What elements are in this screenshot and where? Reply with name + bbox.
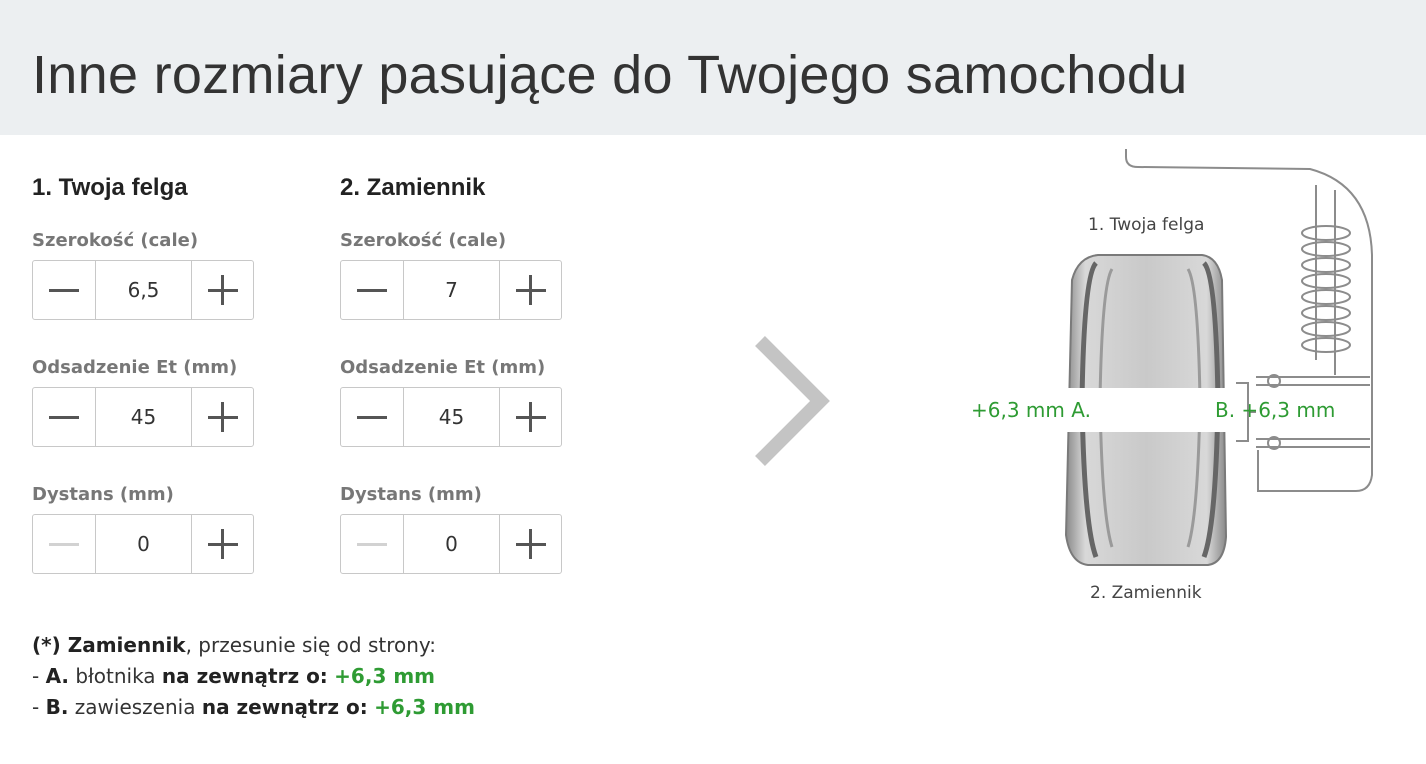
note-line-b: - B. zawieszenia na zewnątrz o: +6,3 mm	[32, 692, 475, 723]
minus-icon	[357, 542, 387, 546]
note-direction-a: na zewnątrz o:	[161, 664, 328, 688]
note-text-a: błotnika	[69, 664, 162, 688]
minus-icon	[49, 415, 79, 419]
offset-label: Odsadzenie Et (mm)	[32, 357, 238, 378]
width-label: Szerokość (cale)	[340, 230, 507, 251]
current-width-value[interactable]: 6,5	[96, 261, 191, 319]
minus-icon	[357, 415, 387, 419]
minus-icon	[49, 542, 79, 546]
plus-icon-vertical	[529, 402, 532, 432]
spacer-label: Dystans (mm)	[340, 484, 482, 505]
current-width-increase-button[interactable]	[191, 261, 253, 319]
replacement-width-value[interactable]: 7	[404, 261, 499, 319]
page-header: Inne rozmiary pasujące do Twojego samoch…	[0, 0, 1426, 135]
current-spacer-value[interactable]: 0	[96, 515, 191, 573]
replacement-rim-panel: 2. Zamiennik Szerokość (cale) 7 Odsadzen…	[340, 168, 565, 574]
note-prefix: (*) Zamiennik	[32, 633, 186, 657]
note-intro-line: (*) Zamiennik, przesunie się od strony:	[32, 630, 475, 661]
replacement-spacer-stepper: 0	[340, 514, 562, 574]
current-offset-increase-button[interactable]	[191, 388, 253, 446]
replacement-rim-diagram-label: 2. Zamiennik	[1090, 583, 1202, 603]
offset-diagram: 1. Twoja felga 2. Zamiennik +6,3 mm A. B…	[960, 145, 1390, 615]
replacement-offset-decrease-button[interactable]	[341, 388, 404, 446]
replacement-spacer-increase-button[interactable]	[499, 515, 561, 573]
plus-icon-vertical	[221, 402, 224, 432]
note-direction-b: na zewnątrz o:	[201, 695, 368, 719]
offset-label: Odsadzenie Et (mm)	[340, 357, 546, 378]
minus-icon	[357, 288, 387, 292]
replacement-offset-increase-button[interactable]	[499, 388, 561, 446]
note-letter-a: A.	[45, 664, 70, 688]
note-dash: -	[32, 664, 46, 688]
note-value-b: +6,3 mm	[374, 695, 475, 719]
current-spacer-decrease-button[interactable]	[33, 515, 96, 573]
note-intro: , przesunie się od strony:	[185, 633, 437, 657]
minus-icon	[49, 288, 79, 292]
current-width-decrease-button[interactable]	[33, 261, 96, 319]
spacer-label: Dystans (mm)	[32, 484, 174, 505]
replacement-width-increase-button[interactable]	[499, 261, 561, 319]
plus-icon-vertical	[529, 529, 532, 559]
current-offset-stepper: 45	[32, 387, 254, 447]
page-title: Inne rozmiary pasujące do Twojego samoch…	[32, 45, 1188, 105]
current-spacer-increase-button[interactable]	[191, 515, 253, 573]
replacement-spacer-decrease-button[interactable]	[341, 515, 404, 573]
note-dash: -	[32, 695, 46, 719]
note-line-a: - A. błotnika na zewnątrz o: +6,3 mm	[32, 661, 475, 692]
current-offset-value[interactable]: 45	[96, 388, 191, 446]
current-width-stepper: 6,5	[32, 260, 254, 320]
note-value-a: +6,3 mm	[334, 664, 436, 688]
replacement-offset-stepper: 45	[340, 387, 562, 447]
current-rim-diagram-label: 1. Twoja felga	[1088, 215, 1205, 235]
note-letter-b: B.	[45, 695, 69, 719]
replacement-rim-title: 2. Zamiennik	[340, 174, 486, 201]
width-label: Szerokość (cale)	[32, 230, 199, 251]
replacement-offset-value[interactable]: 45	[404, 388, 499, 446]
note-text-b: zawieszenia	[68, 695, 202, 719]
replacement-width-decrease-button[interactable]	[341, 261, 404, 319]
replacement-spacer-value[interactable]: 0	[404, 515, 499, 573]
current-offset-decrease-button[interactable]	[33, 388, 96, 446]
plus-icon-vertical	[221, 275, 224, 305]
plus-icon-vertical	[529, 275, 532, 305]
current-rim-panel: 1. Twoja felga Szerokość (cale) 6,5 Odsa…	[32, 168, 257, 574]
current-spacer-stepper: 0	[32, 514, 254, 574]
replacement-width-stepper: 7	[340, 260, 562, 320]
shift-note: (*) Zamiennik, przesunie się od strony: …	[32, 630, 475, 723]
current-rim-title: 1. Twoja felga	[32, 174, 188, 201]
suspension-shift-measure: B. +6,3 mm	[1215, 398, 1336, 422]
fender-shift-measure: +6,3 mm A.	[971, 398, 1091, 422]
chevron-right-icon	[755, 336, 830, 466]
plus-icon-vertical	[221, 529, 224, 559]
